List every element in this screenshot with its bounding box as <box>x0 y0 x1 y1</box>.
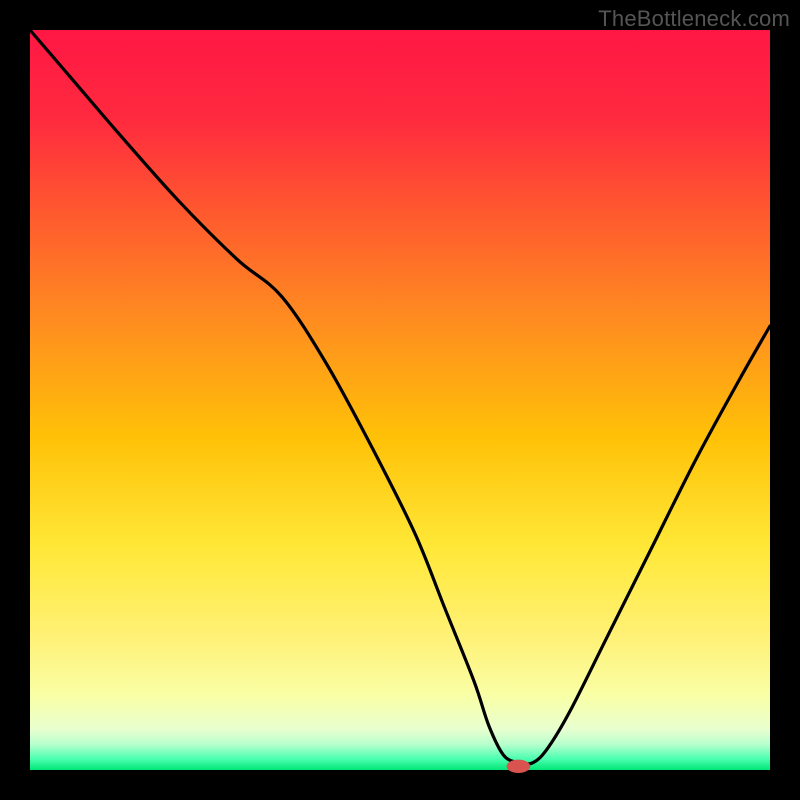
watermark-text: TheBottleneck.com <box>598 6 790 32</box>
chart-svg <box>0 0 800 800</box>
bottleneck-chart: TheBottleneck.com <box>0 0 800 800</box>
chart-plot-area <box>30 30 770 770</box>
optimal-point-marker <box>507 760 531 773</box>
